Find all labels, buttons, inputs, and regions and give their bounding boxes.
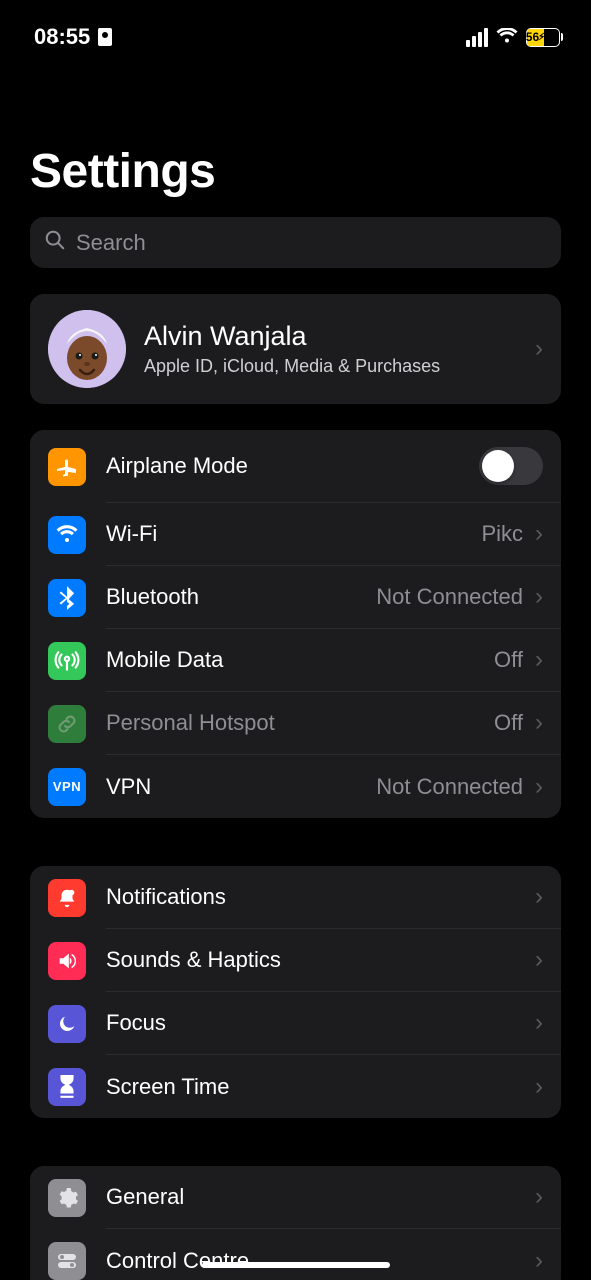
home-indicator[interactable]	[202, 1262, 390, 1268]
hotspot-value: Off	[494, 710, 523, 736]
connectivity-section: Airplane Mode Wi-Fi Pikc › Bluetooth Not…	[30, 430, 561, 818]
speaker-icon	[48, 942, 86, 980]
moon-icon	[48, 1005, 86, 1043]
search-icon	[44, 229, 66, 256]
status-left: 08:55	[34, 24, 112, 50]
chevron-right-icon: ›	[535, 1247, 543, 1275]
airplane-mode-row: Airplane Mode	[30, 430, 561, 503]
search-placeholder: Search	[76, 230, 146, 256]
focus-label: Focus	[106, 1010, 523, 1036]
screentime-row[interactable]: Screen Time ›	[30, 1055, 561, 1118]
general-row[interactable]: General ›	[30, 1166, 561, 1229]
cellular-signal-icon	[466, 28, 488, 47]
hourglass-icon	[48, 1068, 86, 1106]
profile-row[interactable]: Alvin Wanjala Apple ID, iCloud, Media & …	[30, 294, 561, 404]
link-icon	[48, 705, 86, 743]
hotspot-row[interactable]: Personal Hotspot Off ›	[30, 692, 561, 755]
chevron-right-icon: ›	[535, 1009, 543, 1037]
bluetooth-row[interactable]: Bluetooth Not Connected ›	[30, 566, 561, 629]
wifi-row[interactable]: Wi-Fi Pikc ›	[30, 503, 561, 566]
vpn-icon: VPN	[48, 768, 86, 806]
search-input[interactable]: Search	[30, 217, 561, 268]
airplane-toggle[interactable]	[479, 447, 543, 485]
battery-fill: 56 ⚡︎	[527, 29, 545, 46]
screentime-label: Screen Time	[106, 1074, 523, 1100]
vpn-label: VPN	[106, 774, 364, 800]
chevron-right-icon: ›	[535, 646, 543, 674]
control-centre-row[interactable]: Control Centre ›	[30, 1229, 561, 1280]
sounds-label: Sounds & Haptics	[106, 947, 523, 973]
gear-icon	[48, 1179, 86, 1217]
status-bar: 08:55 56 ⚡︎	[0, 0, 591, 56]
page-title: Settings	[0, 56, 591, 217]
status-right: 56 ⚡︎	[466, 24, 564, 50]
bluetooth-value: Not Connected	[376, 584, 523, 610]
wifi-icon	[496, 24, 518, 50]
hotspot-label: Personal Hotspot	[106, 710, 482, 736]
battery-icon: 56 ⚡︎	[526, 28, 564, 47]
wifi-settings-icon	[48, 516, 86, 554]
chevron-right-icon: ›	[535, 335, 543, 363]
bluetooth-icon	[48, 579, 86, 617]
mobile-data-row[interactable]: Mobile Data Off ›	[30, 629, 561, 692]
focus-row[interactable]: Focus ›	[30, 992, 561, 1055]
alerts-section: Notifications › Sounds & Haptics › Focus…	[30, 866, 561, 1118]
chevron-right-icon: ›	[535, 883, 543, 911]
chevron-right-icon: ›	[535, 946, 543, 974]
battery-charging-icon: ⚡︎	[538, 32, 545, 43]
chevron-right-icon: ›	[535, 1183, 543, 1211]
wifi-label: Wi-Fi	[106, 521, 469, 547]
profile-subtitle: Apple ID, iCloud, Media & Purchases	[144, 356, 517, 377]
wifi-value: Pikc	[481, 521, 523, 547]
status-time: 08:55	[34, 24, 90, 50]
chevron-right-icon: ›	[535, 773, 543, 801]
toggles-icon	[48, 1242, 86, 1280]
sounds-row[interactable]: Sounds & Haptics ›	[30, 929, 561, 992]
chevron-right-icon: ›	[535, 520, 543, 548]
general-label: General	[106, 1184, 523, 1210]
profile-section: Alvin Wanjala Apple ID, iCloud, Media & …	[30, 294, 561, 404]
vpn-value: Not Connected	[376, 774, 523, 800]
mobile-label: Mobile Data	[106, 647, 482, 673]
profile-name: Alvin Wanjala	[144, 321, 517, 352]
antenna-icon	[48, 642, 86, 680]
battery-percent: 56	[526, 30, 539, 44]
chevron-right-icon: ›	[535, 1073, 543, 1101]
notifications-label: Notifications	[106, 884, 523, 910]
vpn-row[interactable]: VPN VPN Not Connected ›	[30, 755, 561, 818]
mobile-value: Off	[494, 647, 523, 673]
control-label: Control Centre	[106, 1248, 523, 1274]
profile-text: Alvin Wanjala Apple ID, iCloud, Media & …	[144, 321, 517, 377]
portrait-lock-icon	[98, 28, 112, 46]
chevron-right-icon: ›	[535, 709, 543, 737]
airplane-label: Airplane Mode	[106, 453, 467, 479]
chevron-right-icon: ›	[535, 583, 543, 611]
bluetooth-label: Bluetooth	[106, 584, 364, 610]
avatar	[48, 310, 126, 388]
notifications-row[interactable]: Notifications ›	[30, 866, 561, 929]
airplane-icon	[48, 448, 86, 486]
bell-icon	[48, 879, 86, 917]
